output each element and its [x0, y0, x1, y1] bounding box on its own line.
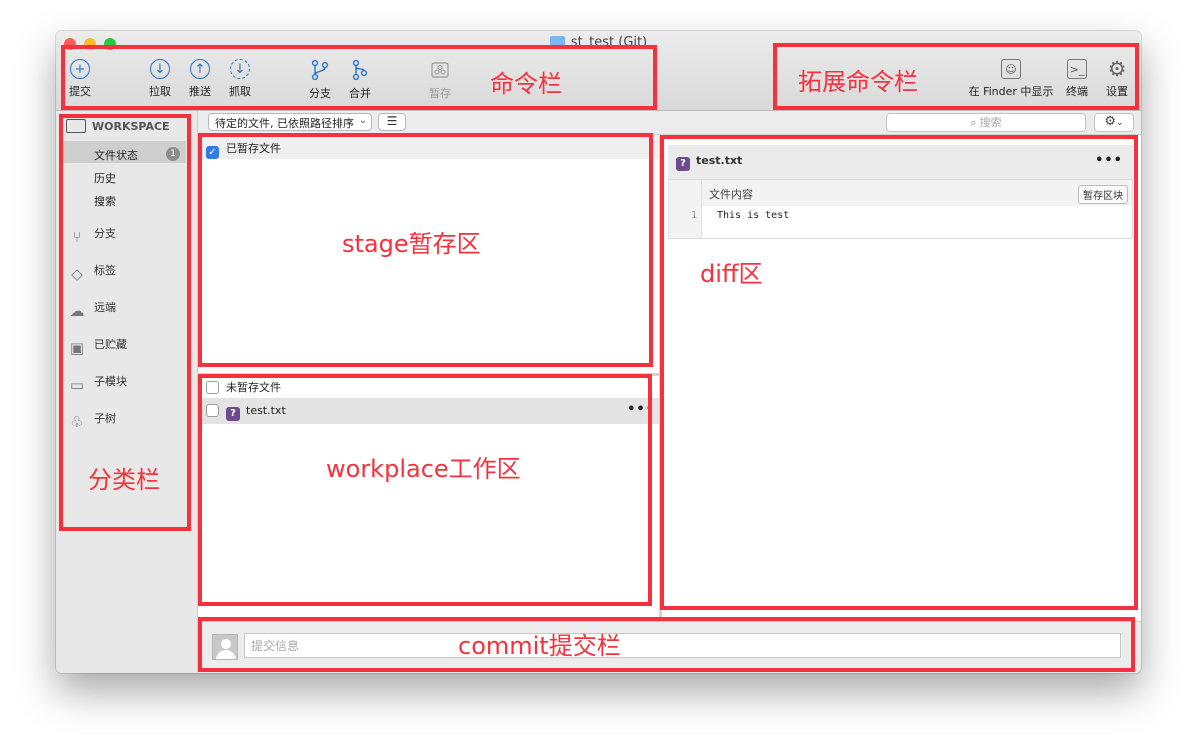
annotation-label-diff-area: diff区 [700, 260, 763, 288]
chevron-down-icon: ⌄ [358, 115, 367, 126]
annotation-label-command-bar: 命令栏 [490, 70, 562, 98]
filter-bar: 待定的文件, 已依照路径排序 ⌄ ☰ ⌕ 搜索 ⚙⌄ [198, 111, 1141, 135]
annotation-label-category-bar: 分类栏 [88, 466, 160, 494]
annotation-box-workplace-area [198, 374, 652, 606]
search-icon: ⌕ [970, 116, 977, 129]
action-menu-button[interactable]: ⚙⌄ [1094, 113, 1134, 132]
annotation-label-stage-area: stage暂存区 [342, 230, 481, 258]
annotation-box-commit-bar [198, 617, 1135, 672]
annotation-label-workplace-area: workplace工作区 [326, 455, 521, 483]
annotation-label-ext-command-bar: 拓展命令栏 [798, 68, 918, 96]
search-input[interactable]: ⌕ 搜索 [886, 113, 1086, 132]
list-view-button[interactable]: ☰ [378, 113, 406, 131]
gear-icon: ⚙ [1104, 114, 1117, 129]
annotation-box-diff-area [660, 135, 1138, 610]
sort-select[interactable]: 待定的文件, 已依照路径排序 ⌄ [208, 113, 372, 131]
list-icon: ☰ [386, 114, 398, 128]
annotation-label-commit-bar: commit提交栏 [458, 632, 621, 660]
annotation-box-command-bar [61, 45, 657, 110]
chevron-down-icon: ⌄ [1116, 118, 1124, 128]
